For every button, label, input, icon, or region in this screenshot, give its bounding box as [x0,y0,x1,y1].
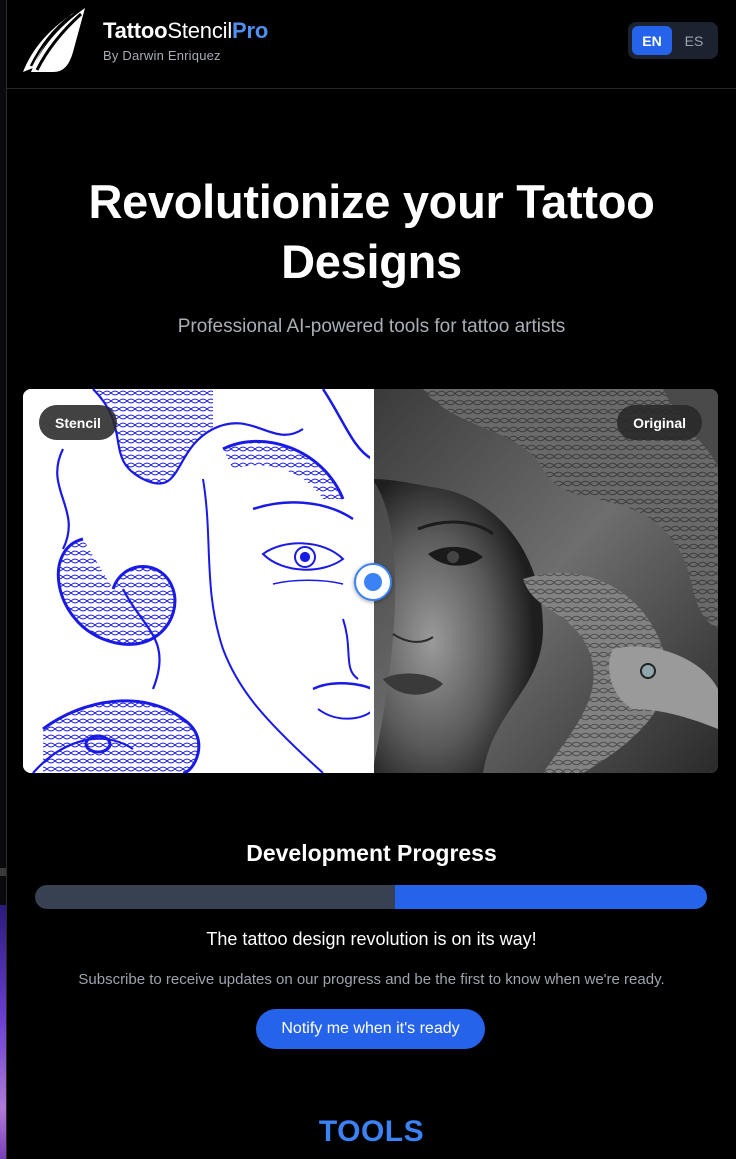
brand-name-part3: Pro [232,18,269,43]
brand-name-part1: Tattoo [103,18,168,43]
progress-bar [35,885,707,909]
hero-title-line1: Revolutionize your Tattoo [88,175,655,228]
feather-logo-icon [23,8,85,72]
comparison-slider-handle[interactable] [354,563,392,601]
brand-byline: By Darwin Enriquez [103,48,221,63]
site-header: TattooStencilPro By Darwin Enriquez EN E… [7,0,736,89]
brand-title: TattooStencilPro [103,18,268,44]
hero-subtitle: Professional AI-powered tools for tattoo… [177,316,566,337]
hero-title: Revolutionize your Tattoo Designs [27,172,716,292]
brand-text: TattooStencilPro By Darwin Enriquez [103,18,268,63]
language-switcher: EN ES [628,22,718,59]
notify-me-button[interactable]: Notify me when it's ready [256,1009,485,1049]
progress-subtext: Subscribe to receive updates on our prog… [78,971,665,988]
language-en-button[interactable]: EN [632,26,672,55]
tools-heading: TOOLS [318,1115,425,1148]
stencil-comparison-slider[interactable]: Stencil Original [23,389,718,773]
language-es-button[interactable]: ES [674,26,714,55]
brand-name-part2: Stencil [167,18,233,43]
progress-bar-fill [395,885,707,909]
progress-message: The tattoo design revolution is on its w… [206,929,537,949]
app-window: TattooStencilPro By Darwin Enriquez EN E… [7,0,736,1159]
hero-title-line2: Designs [281,235,462,288]
progress-title: Development Progress [246,840,497,866]
original-label: Original [617,405,702,440]
slider-handle-dot-icon [364,573,382,591]
desktop-background-strip [0,0,7,1159]
stencil-label: Stencil [39,405,117,440]
brand-logo[interactable] [23,8,89,72]
